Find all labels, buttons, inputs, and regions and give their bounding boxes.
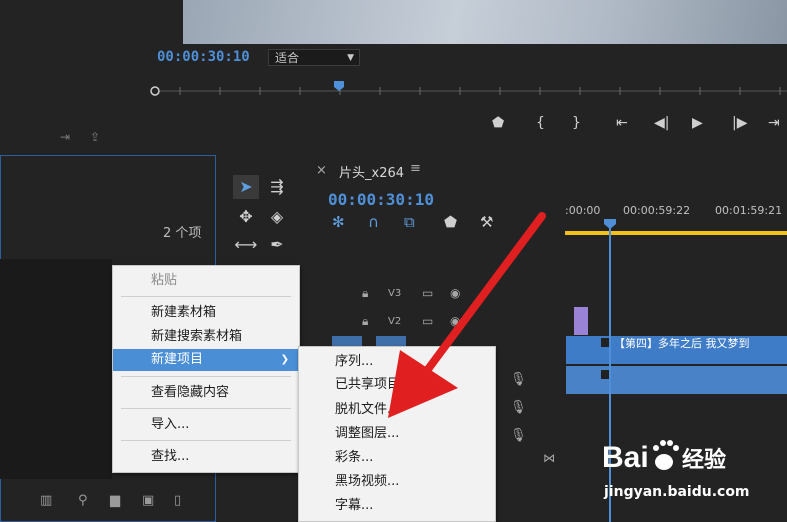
mic-icon[interactable]: 🎙︎ [510, 428, 527, 443]
ripple-edit-tool-icon[interactable]: ✥ [233, 205, 259, 229]
menu-item-new-bin[interactable]: 新建素材箱 [113, 302, 299, 324]
timeline-playhead-icon[interactable] [604, 219, 616, 229]
razor-tool-icon[interactable]: ◈ [264, 205, 290, 229]
submenu-item-label: 彩条... [335, 450, 374, 465]
menu-item-label: 粘贴 [151, 273, 178, 288]
menu-item-view-hidden[interactable]: 查看隐藏内容 [113, 382, 299, 404]
program-time-ruler[interactable] [150, 85, 787, 97]
lock-icon[interactable]: 🔒︎ [362, 314, 368, 329]
watermark-url: jingyan.baidu.com [604, 484, 750, 500]
submenu-item-bars-and-tone[interactable]: 彩条... [299, 447, 495, 469]
submenu-item-black-video[interactable]: 黑场视频... [299, 471, 495, 493]
go-to-in-icon[interactable]: ⇤ [616, 115, 628, 131]
menu-separator [121, 296, 291, 297]
svg-text:经验: 经验 [682, 447, 726, 473]
ruler-label: :00:00 [565, 204, 601, 217]
fit-dropdown[interactable]: 适合 ▼ [268, 49, 360, 66]
slip-tool-icon[interactable]: ⟷ [233, 233, 259, 257]
clip-graphic[interactable] [574, 307, 588, 335]
chevron-right-icon: ❯ [280, 354, 289, 365]
track-select-tool-icon[interactable]: ⇶ [264, 175, 290, 199]
close-icon[interactable]: × [316, 163, 327, 178]
transport-controls: ⬟ { } ⇤ ◀| ▶ |▶ ⇥ [480, 115, 787, 141]
submenu-item-label: 黑场视频... [335, 474, 400, 489]
svg-text:Bai: Bai [602, 441, 649, 474]
sequence-tab[interactable]: 片头_x264 [339, 162, 404, 181]
go-to-out-icon[interactable]: ⇥ [768, 115, 780, 131]
submenu-item-captions[interactable]: 字幕... [299, 495, 495, 517]
project-item-count: 2 个项 [163, 226, 202, 241]
menu-item-paste[interactable]: 粘贴 [113, 270, 299, 292]
menu-item-import[interactable]: 导入... [113, 414, 299, 436]
fit-dropdown-value: 适合 [275, 51, 300, 65]
master-track-icon[interactable]: ⋈ [543, 451, 555, 465]
menu-icon[interactable]: ≡ [410, 161, 421, 176]
menu-item-label: 新建素材箱 [151, 305, 217, 320]
tools-panel: ➤ ⇶ ✥ ◈ ⟷ ✒ [228, 167, 298, 267]
pen-tool-icon[interactable]: ✒ [264, 233, 290, 257]
nest-icon[interactable]: ✻ [332, 213, 345, 231]
submenu-item-label: 字幕... [335, 498, 374, 513]
menu-separator [121, 440, 291, 441]
snap-icon[interactable]: ∩ [368, 213, 379, 231]
submenu-item-label: 序列... [335, 354, 374, 369]
clip-audio[interactable] [566, 366, 787, 394]
work-area-bar[interactable] [565, 231, 787, 235]
annotation-arrow-icon [388, 212, 546, 418]
project-thumbnail-area[interactable] [0, 259, 112, 479]
menu-item-find[interactable]: 查找... [113, 446, 299, 468]
submenu-item-label: 调整图层... [335, 426, 400, 441]
menu-item-new-search-bin[interactable]: 新建搜索素材箱 [113, 326, 299, 348]
menu-item-label: 新建项目 [151, 352, 204, 367]
new-bin-icon[interactable]: ▆ [110, 493, 120, 508]
step-back-icon[interactable]: ◀| [654, 115, 669, 131]
play-icon[interactable]: ▶ [692, 115, 703, 131]
add-marker-icon[interactable]: ⬟ [492, 115, 504, 131]
find-icon[interactable]: ⚲ [78, 493, 88, 508]
menu-separator [121, 408, 291, 409]
menu-item-new-item[interactable]: 新建项目 ❯ [113, 349, 299, 371]
mark-in-icon[interactable]: { [536, 115, 545, 131]
baidu-jingyan-logo: Bai 经验 [602, 440, 726, 474]
new-item-icon[interactable]: ▣ [142, 493, 154, 508]
chevron-down-icon: ▼ [347, 53, 354, 63]
trash-icon[interactable]: ▯ [174, 493, 181, 508]
mark-out-icon[interactable]: } [572, 115, 581, 131]
program-timecode[interactable]: 00:00:30:10 [157, 49, 250, 65]
selection-tool-icon[interactable]: ➤ [233, 175, 259, 199]
menu-item-label: 导入... [151, 417, 190, 432]
menu-item-label: 查找... [151, 449, 190, 464]
export-frame-icon[interactable]: ⇥ [60, 130, 70, 144]
ruler-label: 00:00:59:22 [623, 204, 691, 217]
program-video-preview [183, 0, 787, 44]
freeform-view-icon[interactable]: ▥ [40, 493, 52, 508]
clip-title: 【第四】多年之后 我又梦到 [614, 337, 750, 350]
timeline-ruler[interactable]: :00:00 00:00:59:22 00:01:59:21 [565, 196, 787, 236]
project-bottom-toolbar: ▥ ⚲ ▆ ▣ ▯ [40, 493, 215, 511]
menu-separator [121, 376, 291, 377]
menu-item-label: 查看隐藏内容 [151, 385, 230, 400]
submenu-item-adjustment-layer[interactable]: 调整图层... [299, 423, 495, 445]
context-menu: 粘贴 新建素材箱 新建搜索素材箱 新建项目 ❯ 查看隐藏内容 导入... 查找..… [112, 265, 300, 473]
menu-item-label: 新建搜索素材箱 [151, 329, 243, 344]
lock-icon[interactable]: 🔒︎ [362, 286, 368, 301]
step-forward-icon[interactable]: |▶ [732, 115, 747, 131]
lift-icon[interactable]: ⇪ [90, 130, 100, 144]
timeline-timecode[interactable]: 00:00:30:10 [328, 190, 434, 209]
program-playhead-icon[interactable] [333, 80, 345, 92]
ruler-label: 00:01:59:21 [715, 204, 783, 217]
